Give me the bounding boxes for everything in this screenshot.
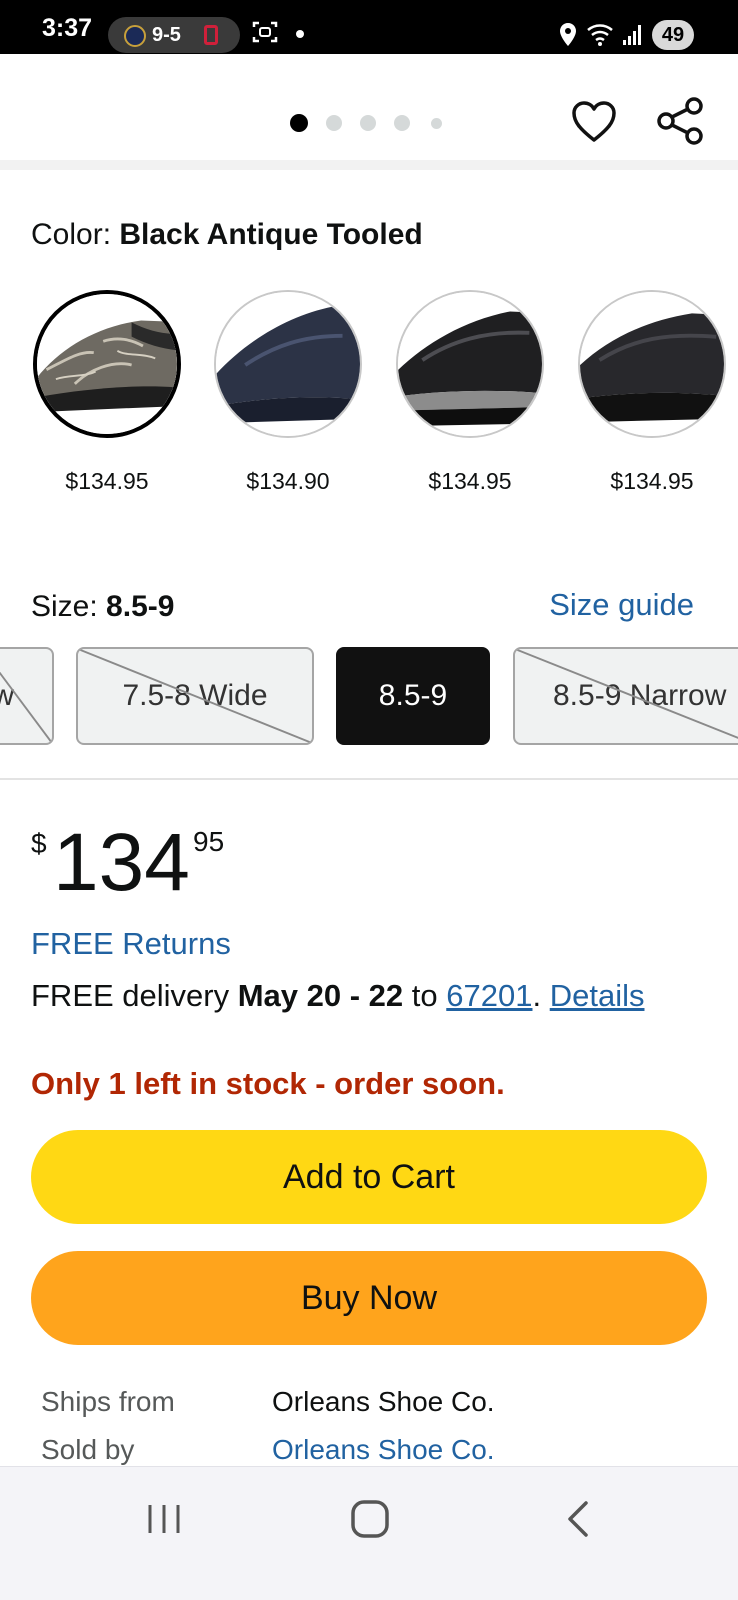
- stock-warning: Only 1 left in stock - order soon.: [31, 1066, 505, 1101]
- delivery-dates: May 20 - 22: [237, 978, 404, 1013]
- wifi-icon: [587, 24, 613, 46]
- ships-from-value: Orleans Shoe Co.: [272, 1386, 495, 1417]
- signal-icon: [623, 25, 641, 45]
- unavailable-slash-icon: [0, 671, 52, 743]
- price-fraction: 95: [193, 826, 225, 857]
- add-to-cart-button[interactable]: Add to Cart: [31, 1130, 707, 1224]
- buy-now-button[interactable]: Buy Now: [31, 1251, 707, 1345]
- size-guide-link[interactable]: Size guide: [549, 587, 694, 623]
- shoe-image: [37, 294, 177, 434]
- score-notification: 9-5: [108, 17, 240, 53]
- delivery-info: FREE delivery May 20 - 22 to 67201. Deta…: [31, 978, 644, 1014]
- size-option-unavailable[interactable]: 8.5-9 Narrow: [513, 647, 738, 745]
- size-label: Size: 8.5-9: [31, 590, 174, 624]
- team-logo-icon: [124, 25, 146, 47]
- shoe-image: [216, 292, 360, 436]
- color-swatch-black-oiled[interactable]: [578, 290, 726, 438]
- location-icon: [560, 23, 576, 46]
- ships-from-label: Ships from: [41, 1386, 175, 1417]
- size-option-selected[interactable]: 8.5-9: [336, 647, 490, 745]
- image-carousel-header: [0, 54, 738, 170]
- selected-size: 8.5-9: [106, 590, 175, 623]
- score-text: 9-5: [152, 24, 181, 46]
- page-dot[interactable]: [431, 118, 442, 129]
- color-option-price: $134.95: [428, 468, 512, 494]
- color-swatch-black-antique-tooled[interactable]: [33, 290, 181, 438]
- selected-color-name: Black Antique Tooled: [119, 218, 423, 251]
- shoe-image: [580, 292, 724, 436]
- delivery-separator: .: [532, 978, 550, 1013]
- color-option-price: $134.95: [610, 468, 694, 494]
- color-swatch-black[interactable]: [396, 290, 544, 438]
- team-logo-icon: [204, 25, 218, 45]
- screenshot-icon: [252, 21, 278, 43]
- size-label-prefix: Size:: [31, 590, 98, 623]
- delivery-to: to: [403, 978, 447, 1013]
- size-option-label: 8.5-9: [378, 679, 448, 712]
- page-dot-active[interactable]: [290, 114, 308, 132]
- sold-by-label: Sold by: [41, 1434, 135, 1465]
- color-option-price: $134.90: [246, 468, 330, 494]
- size-option-unavailable[interactable]: w: [0, 647, 54, 745]
- home-icon[interactable]: [350, 1499, 390, 1539]
- page-dot[interactable]: [326, 115, 342, 131]
- color-option-price: $134.95: [65, 468, 149, 494]
- system-nav-bar: [0, 1466, 738, 1600]
- status-bar: 3:37 9-5 49: [0, 0, 738, 54]
- page-dot[interactable]: [360, 115, 376, 131]
- price-currency-symbol: $: [31, 828, 47, 859]
- sold-by-link[interactable]: Orleans Shoe Co.: [272, 1434, 495, 1466]
- color-swatch-navy[interactable]: [214, 290, 362, 438]
- color-label: Color: Black Antique Tooled: [31, 218, 423, 252]
- delivery-prefix: FREE delivery: [31, 978, 238, 1013]
- recents-icon[interactable]: [144, 1501, 184, 1537]
- free-returns-link[interactable]: FREE Returns: [31, 926, 231, 962]
- unavailable-slash-icon: [78, 649, 312, 743]
- section-divider: [0, 778, 738, 780]
- back-icon[interactable]: [562, 1499, 594, 1539]
- page-dot[interactable]: [394, 115, 410, 131]
- share-icon[interactable]: [656, 96, 706, 146]
- heart-icon[interactable]: [570, 98, 618, 146]
- delivery-details-link[interactable]: Details: [550, 978, 645, 1013]
- notification-dot-icon: [296, 30, 304, 38]
- status-time: 3:37: [42, 14, 93, 42]
- color-label-prefix: Color:: [31, 218, 112, 251]
- price-whole: 134: [53, 817, 190, 908]
- size-option-unavailable[interactable]: 7.5-8 Wide: [76, 647, 314, 745]
- shoe-image: [398, 292, 542, 436]
- unavailable-slash-icon: [515, 649, 738, 739]
- delivery-zip-link[interactable]: 67201: [446, 978, 532, 1013]
- battery-level: 49: [652, 20, 694, 50]
